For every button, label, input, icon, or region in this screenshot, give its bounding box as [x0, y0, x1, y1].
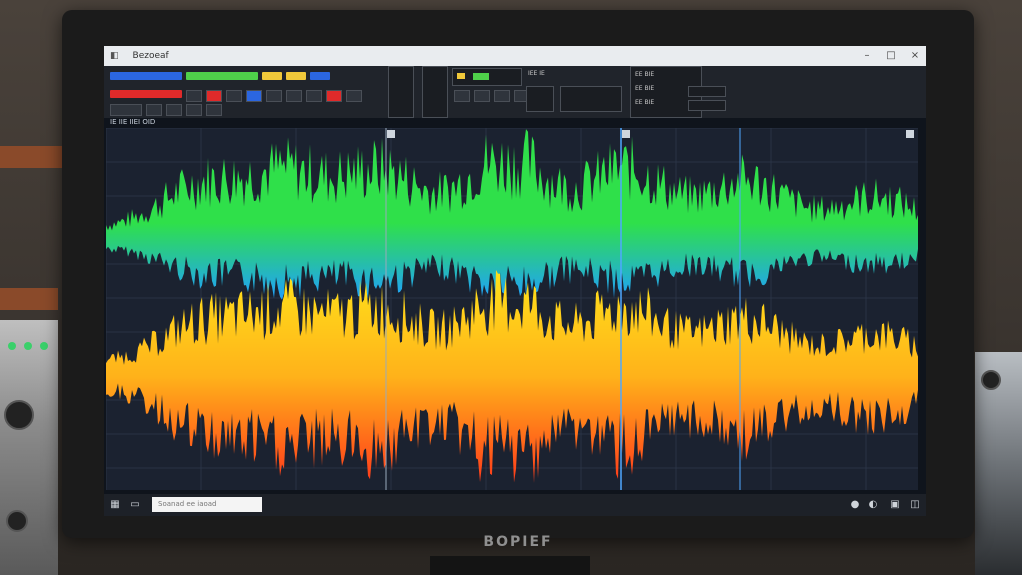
- network-icon[interactable]: ●: [848, 498, 862, 511]
- fader-panel[interactable]: [388, 66, 414, 118]
- app-icon: ◧: [110, 51, 119, 61]
- waveform-canvas[interactable]: [106, 128, 918, 490]
- notification-icon[interactable]: ▣: [888, 498, 902, 511]
- tool-button[interactable]: [346, 90, 362, 102]
- track-color-green[interactable]: [186, 72, 258, 80]
- track-color-blue[interactable]: [110, 72, 182, 80]
- wood-shelf: [0, 146, 62, 168]
- toolbar-row-3: [110, 104, 222, 116]
- track-color-yellow-2[interactable]: [286, 72, 306, 80]
- monitor-stand: [430, 556, 590, 575]
- status-line: IE IIE IIEI OID: [110, 118, 156, 126]
- transport-button[interactable]: [494, 90, 510, 102]
- jog-control[interactable]: [526, 86, 554, 112]
- toolbar-row-1: [110, 72, 330, 80]
- tool-button[interactable]: [226, 90, 242, 102]
- volume-icon[interactable]: ◐: [866, 498, 880, 511]
- led: [24, 342, 32, 350]
- led: [8, 342, 16, 350]
- end-marker-handle: [906, 130, 914, 138]
- level-display: [452, 68, 522, 86]
- record-arm-strip[interactable]: [110, 90, 182, 98]
- monitor-brand: BOPIEF: [483, 534, 553, 550]
- studio-mixer-left: [0, 320, 58, 575]
- clock-display: [560, 86, 622, 112]
- transport-button[interactable]: [474, 90, 490, 102]
- playhead-handle: [622, 130, 630, 138]
- equipment-knob: [981, 370, 1001, 390]
- audio-app-icon[interactable]: ▭: [128, 498, 142, 511]
- maximize-button[interactable]: □: [884, 49, 898, 63]
- info-row: EE BIE: [635, 99, 655, 106]
- tool-button[interactable]: [306, 90, 322, 102]
- mixer-knob: [4, 400, 34, 430]
- tool-button[interactable]: [266, 90, 282, 102]
- taskbar: ▦ ▭ Soanad ee iaoad ● ◐ ▣ ◫: [104, 494, 926, 516]
- window-titlebar: ◧ Bezoeaf – □ ×: [104, 46, 926, 66]
- led: [40, 342, 48, 350]
- info-row: EE BIE: [635, 71, 655, 78]
- transport-button[interactable]: [454, 90, 470, 102]
- tool-button[interactable]: [186, 104, 202, 116]
- loop-button[interactable]: [246, 90, 262, 102]
- clock-icon[interactable]: ◫: [908, 498, 922, 511]
- screen: ◧ Bezoeaf – □ × IEE IE EE BIE EE BIE EE …: [104, 46, 926, 516]
- tool-button[interactable]: [166, 104, 182, 116]
- waveform-area[interactable]: [106, 128, 918, 490]
- value-field[interactable]: [688, 86, 726, 97]
- track-color-yellow[interactable]: [262, 72, 282, 80]
- toolbar: IEE IE EE BIE EE BIE EE BIE: [104, 66, 926, 118]
- level-meter: [473, 73, 489, 80]
- mixer-knob: [6, 510, 28, 532]
- tool-button[interactable]: [206, 104, 222, 116]
- stop-button[interactable]: [326, 90, 342, 102]
- studio-equipment-right: [975, 352, 1022, 575]
- marker-handle: [387, 130, 395, 138]
- mode-button[interactable]: [110, 104, 142, 116]
- info-row: EE BIE: [635, 85, 655, 92]
- wood-shelf-lower: [0, 288, 58, 310]
- windows-icon[interactable]: ▦: [108, 498, 122, 511]
- minimize-button[interactable]: –: [860, 49, 874, 63]
- value-field-2[interactable]: [688, 100, 726, 111]
- taskbar-search-input[interactable]: Soanad ee iaoad: [152, 497, 262, 512]
- close-button[interactable]: ×: [908, 49, 922, 63]
- tool-button[interactable]: [286, 90, 302, 102]
- track-color-blue-2[interactable]: [310, 72, 330, 80]
- tool-button[interactable]: [146, 104, 162, 116]
- fader-panel-2[interactable]: [422, 66, 448, 118]
- waveform-channel-top: [106, 129, 918, 300]
- tool-button[interactable]: [186, 90, 202, 102]
- level-indicator: [457, 73, 465, 79]
- window-title: Bezoeaf: [132, 51, 169, 61]
- toolbar-row-2: [110, 90, 362, 102]
- waveform-channel-bottom: [106, 270, 918, 483]
- transport-label: IEE IE: [528, 70, 545, 77]
- record-button[interactable]: [206, 90, 222, 102]
